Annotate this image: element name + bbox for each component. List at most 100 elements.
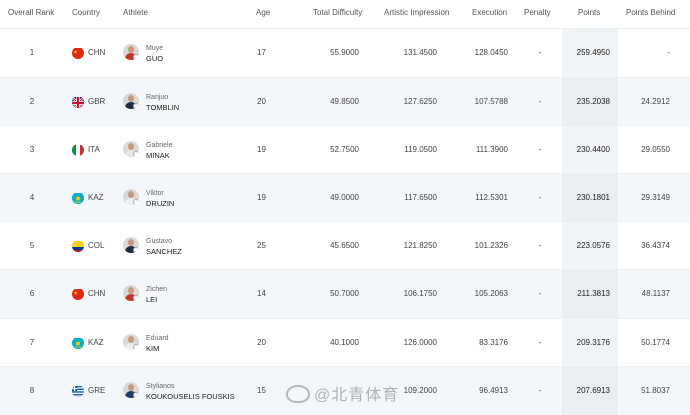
table-row[interactable]: 7 KAZ Eduard KIM 20 40.1000 126.0000 83.3176 - 20…	[0, 318, 690, 367]
athlete-first-name[interactable]: Muye	[146, 45, 163, 53]
header-country[interactable]: Country	[72, 8, 100, 17]
rank-cell: 7	[29, 338, 35, 347]
athlete-last-name[interactable]: MINAK	[146, 151, 170, 160]
header-age[interactable]: Age	[256, 8, 270, 17]
athlete-avatar[interactable]	[123, 44, 139, 60]
age-cell: 15	[257, 386, 266, 395]
difficulty-cell: 49.8500	[330, 97, 359, 106]
execution-cell: 105.2063	[474, 289, 508, 298]
execution-cell: 107.5788	[474, 97, 508, 106]
athlete-avatar[interactable]	[123, 334, 139, 350]
execution-cell: 83.3176	[479, 338, 508, 347]
header-points-behind[interactable]: Points Behind	[626, 8, 675, 17]
country-code: KAZ	[88, 193, 104, 202]
header-overall-rank[interactable]: Overall Rank	[8, 8, 54, 17]
execution-cell: 128.0450	[474, 48, 508, 57]
header-points[interactable]: Points	[578, 8, 600, 17]
difficulty-cell: 40.1000	[330, 338, 359, 347]
age-cell: 25	[257, 241, 266, 250]
country-code: GBR	[88, 97, 106, 106]
points-cell: 230.4400	[576, 145, 610, 154]
italy-flag-icon	[72, 144, 84, 156]
uk-flag-icon	[72, 96, 84, 108]
header-artistic-impression[interactable]: Artistic Impression	[384, 8, 449, 17]
weibo-logo-icon	[286, 385, 310, 403]
country-code: CHN	[88, 289, 106, 298]
execution-cell: 112.5301	[475, 193, 508, 202]
points-behind-cell: 29.3149	[641, 193, 670, 202]
points-cell: 259.4950	[576, 48, 610, 57]
athlete-last-name[interactable]: SANCHEZ	[146, 247, 182, 256]
points-cell: 207.6913	[576, 386, 610, 395]
penalty-cell: -	[538, 97, 542, 106]
watermark-text: @北青体育	[314, 387, 400, 404]
points-cell: 211.3813	[577, 289, 610, 298]
athlete-last-name[interactable]: KOUKOUSELIS FOUSKIS	[146, 392, 235, 401]
rank-cell: 5	[29, 241, 35, 250]
athlete-last-name[interactable]: GUO	[146, 54, 163, 63]
table-row[interactable]: 4 KAZ Viktor DRUZIN 19 49.0000 117.6500 112.530…	[0, 173, 690, 222]
table-row[interactable]: 5 COL Gustavo SANCHEZ 25 45.6500 121.8250 101.2…	[0, 221, 690, 270]
athlete-avatar[interactable]	[123, 141, 139, 157]
athlete-last-name[interactable]: KIM	[146, 344, 159, 353]
execution-cell: 101.2326	[474, 241, 508, 250]
rank-cell: 3	[29, 145, 35, 154]
athlete-last-name[interactable]: LEI	[146, 295, 157, 304]
athlete-first-name[interactable]: Viktor	[146, 190, 164, 198]
athlete-first-name[interactable]: Gabriele	[146, 142, 172, 150]
results-table: Overall Rank Country Athlete Age Total D…	[0, 0, 690, 415]
points-behind-cell: 50.1774	[641, 338, 670, 347]
athlete-avatar[interactable]	[123, 189, 139, 205]
header-total-difficulty[interactable]: Total Difficulty	[313, 8, 362, 17]
colombia-flag-icon	[72, 240, 84, 252]
athlete-first-name[interactable]: Stylianos	[146, 383, 174, 391]
athlete-last-name[interactable]: TOMBLIN	[146, 103, 179, 112]
greece-flag-icon	[72, 385, 84, 397]
rank-cell: 2	[29, 97, 35, 106]
header-execution[interactable]: Execution	[472, 8, 507, 17]
points-cell: 235.2038	[576, 97, 610, 106]
age-cell: 14	[257, 289, 266, 298]
table-header: Overall Rank Country Athlete Age Total D…	[0, 0, 690, 28]
penalty-cell: -	[538, 193, 542, 202]
athlete-avatar[interactable]	[123, 382, 139, 398]
athlete-first-name[interactable]: Gustavo	[146, 238, 172, 246]
points-behind-cell: -	[667, 48, 670, 57]
points-behind-cell: 36.4374	[641, 241, 670, 250]
artistic-cell: 121.8250	[403, 241, 437, 250]
athlete-first-name[interactable]: Eduard	[146, 335, 169, 343]
artistic-cell: 127.6250	[403, 97, 437, 106]
artistic-cell: 117.6500	[404, 193, 437, 202]
difficulty-cell: 52.7500	[330, 145, 359, 154]
artistic-cell: 119.0500	[404, 145, 437, 154]
penalty-cell: -	[538, 241, 542, 250]
athlete-avatar[interactable]	[123, 285, 139, 301]
penalty-cell: -	[538, 48, 542, 57]
penalty-cell: -	[538, 145, 542, 154]
athlete-last-name[interactable]: DRUZIN	[146, 199, 174, 208]
penalty-cell: -	[538, 386, 542, 395]
athlete-first-name[interactable]: Ranjuo	[146, 94, 168, 102]
execution-cell: 111.3900	[475, 145, 508, 154]
table-row[interactable]: 2 GBR Ranjuo TOMBLIN 20 49.8500 127.6250 107.57…	[0, 77, 690, 126]
athlete-avatar[interactable]	[123, 237, 139, 253]
points-cell: 209.3176	[576, 338, 610, 347]
table-row[interactable]: 6 CHN Zichen LEI 14 50.7000 106.1750 105.2063 - 2…	[0, 269, 690, 318]
penalty-cell: -	[538, 338, 542, 347]
china-flag-icon	[72, 288, 84, 300]
rank-cell: 4	[29, 193, 35, 202]
country-code: KAZ	[88, 338, 104, 347]
athlete-first-name[interactable]: Zichen	[146, 286, 167, 294]
table-row[interactable]: 3 ITA Gabriele MINAK 19 52.7500 119.0500 111.39…	[0, 125, 690, 174]
rank-cell: 6	[29, 289, 35, 298]
china-flag-icon	[72, 47, 84, 59]
age-cell: 20	[257, 338, 266, 347]
header-athlete[interactable]: Athlete	[123, 8, 148, 17]
country-code: ITA	[88, 145, 100, 154]
table-row[interactable]: 1 CHN Muye GUO 17 55.9000 131.4500 128.0450 - 259…	[0, 28, 690, 77]
artistic-cell: 126.0000	[403, 338, 437, 347]
rank-cell: 8	[29, 386, 35, 395]
header-penalty[interactable]: Penalty	[524, 8, 551, 17]
athlete-avatar[interactable]	[123, 93, 139, 109]
difficulty-cell: 45.6500	[330, 241, 359, 250]
